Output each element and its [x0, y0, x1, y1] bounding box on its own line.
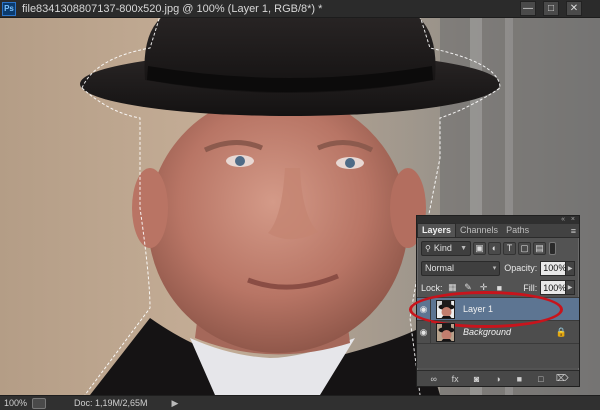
- panel-footer: ∞ fx ◙ ◑ ■ □ ⌦: [417, 370, 579, 386]
- status-menu-arrow-icon[interactable]: ▶: [172, 398, 179, 409]
- lock-position-icon[interactable]: ✛: [478, 282, 490, 294]
- tab-channels[interactable]: Channels: [456, 224, 502, 237]
- fill-label: Fill:: [523, 282, 538, 293]
- new-group-icon[interactable]: ■: [512, 374, 526, 384]
- tab-layers[interactable]: Layers: [417, 223, 457, 237]
- layer-row-layer-1[interactable]: ◉ Layer 1: [409, 291, 579, 328]
- link-layers-icon[interactable]: ∞: [427, 374, 441, 384]
- opacity-label: Opacity:: [504, 263, 538, 273]
- opacity-slider-arrow-icon[interactable]: ▶: [566, 260, 575, 276]
- opacity-input[interactable]: 100%: [540, 260, 566, 276]
- filter-kind-label: Kind: [433, 243, 452, 253]
- search-icon: ⚲: [425, 243, 431, 253]
- chevron-down-icon: ▼: [460, 244, 467, 252]
- shape-filter-icon[interactable]: ▢: [518, 241, 531, 255]
- document-title: file8341308807137-800x520.jpg @ 100% (La…: [22, 2, 323, 15]
- blend-mode-value: Normal: [425, 263, 455, 273]
- lock-icon: 🔒: [555, 326, 567, 337]
- filter-kind-select[interactable]: ⚲ Kind ▼: [421, 240, 471, 256]
- close-button[interactable]: ✕: [566, 1, 582, 16]
- lock-all-icon[interactable]: ■: [494, 282, 506, 294]
- pixel-filter-icon[interactable]: ▣: [473, 241, 486, 255]
- layer-mask-icon[interactable]: ◙: [470, 374, 484, 384]
- adjustment-filter-icon[interactable]: ◐: [488, 241, 501, 255]
- adjustment-layer-icon[interactable]: ◑: [491, 374, 505, 384]
- maximize-button[interactable]: □: [543, 1, 559, 16]
- layers-panel: « × Layers Channels Paths ≡ ⚲ Kind ▼ ▣ ◐…: [409, 215, 580, 387]
- updown-arrow-icon: ▾: [492, 265, 497, 272]
- status-bar: 100% Doc: 1,19M/2,65M ▶: [0, 395, 600, 410]
- blend-row: Normal ▾ Opacity: 100% ▶: [417, 258, 579, 278]
- photoshop-logo-icon: Ps: [2, 1, 16, 16]
- new-layer-icon[interactable]: □: [534, 374, 548, 384]
- fill-input[interactable]: 100%: [540, 280, 566, 295]
- layer-style-icon[interactable]: fx: [448, 374, 462, 384]
- layer-filter-row: ⚲ Kind ▼ ▣ ◐ T ▢ ▤: [417, 238, 579, 258]
- lock-label: Lock:: [421, 282, 443, 293]
- visibility-eye-icon[interactable]: ◉: [417, 320, 431, 344]
- filter-toggle-switch[interactable]: [549, 241, 556, 255]
- zoom-level[interactable]: 100%: [0, 398, 30, 408]
- minimize-button[interactable]: —: [520, 1, 536, 16]
- document-size[interactable]: Doc: 1,19M/2,65M: [74, 398, 148, 408]
- panel-tabs: Layers Channels Paths ≡: [417, 223, 579, 238]
- document-title-bar: Ps file8341308807137-800x520.jpg @ 100% …: [0, 0, 600, 18]
- layer-name[interactable]: Layer 1: [463, 304, 493, 314]
- layers-list: ◉ Layer 1 ◉ Background 🔒: [409, 291, 579, 368]
- lock-image-pixels-icon[interactable]: ✎: [462, 282, 474, 294]
- lock-transparent-pixels-icon[interactable]: ▦: [447, 282, 459, 294]
- layer-name[interactable]: Background: [463, 327, 511, 337]
- fill-slider-arrow-icon[interactable]: ▶: [566, 280, 575, 295]
- smart-object-filter-icon[interactable]: ▤: [533, 241, 546, 255]
- collapse-panel-icon[interactable]: «: [561, 216, 565, 223]
- blend-mode-select[interactable]: Normal ▾: [421, 260, 501, 276]
- close-panel-icon[interactable]: ×: [571, 216, 575, 223]
- delete-layer-icon[interactable]: ⌦: [555, 373, 569, 384]
- layer-thumbnail: [436, 322, 455, 342]
- visibility-eye-icon[interactable]: ◉: [417, 297, 431, 321]
- panel-menu-icon[interactable]: ≡: [571, 226, 576, 236]
- layer-thumbnail: [436, 299, 455, 319]
- lock-row: Lock: ▦ ✎ ✛ ■ Fill: 100% ▶: [417, 278, 579, 298]
- tab-paths[interactable]: Paths: [502, 224, 533, 237]
- layer-row-background[interactable]: ◉ Background 🔒: [417, 320, 579, 344]
- status-info-icon[interactable]: [32, 397, 46, 409]
- type-filter-icon[interactable]: T: [503, 241, 516, 255]
